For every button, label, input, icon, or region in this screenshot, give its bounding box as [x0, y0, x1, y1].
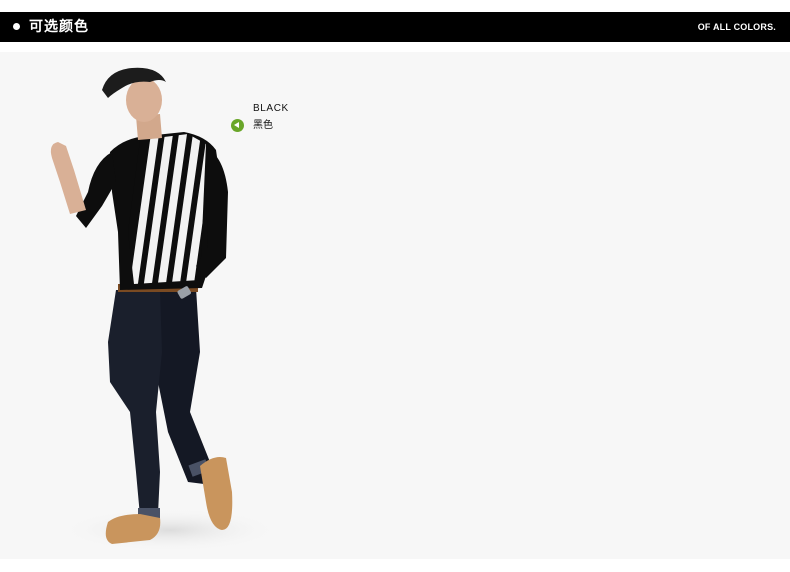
- color-option-black: BLACK 黑色: [231, 102, 311, 136]
- left-forearm: [50, 142, 86, 214]
- head: [126, 78, 162, 122]
- jeans-front-leg: [108, 290, 162, 516]
- product-color-section: 可选颜色 OF ALL COLORS. BLACK 黑色: [0, 0, 790, 572]
- color-name-en: BLACK: [253, 103, 289, 114]
- floor-shadow: [60, 508, 280, 552]
- section-subtitle: OF ALL COLORS.: [697, 22, 776, 32]
- section-title: 可选颜色: [29, 19, 89, 35]
- shirt-sleeve-left: [76, 152, 116, 228]
- arrow-left-circle-icon: [231, 119, 244, 132]
- color-name-zh: 黑色: [253, 120, 273, 131]
- bullet-icon: [13, 23, 20, 30]
- section-header-bar: 可选颜色 OF ALL COLORS.: [0, 12, 790, 42]
